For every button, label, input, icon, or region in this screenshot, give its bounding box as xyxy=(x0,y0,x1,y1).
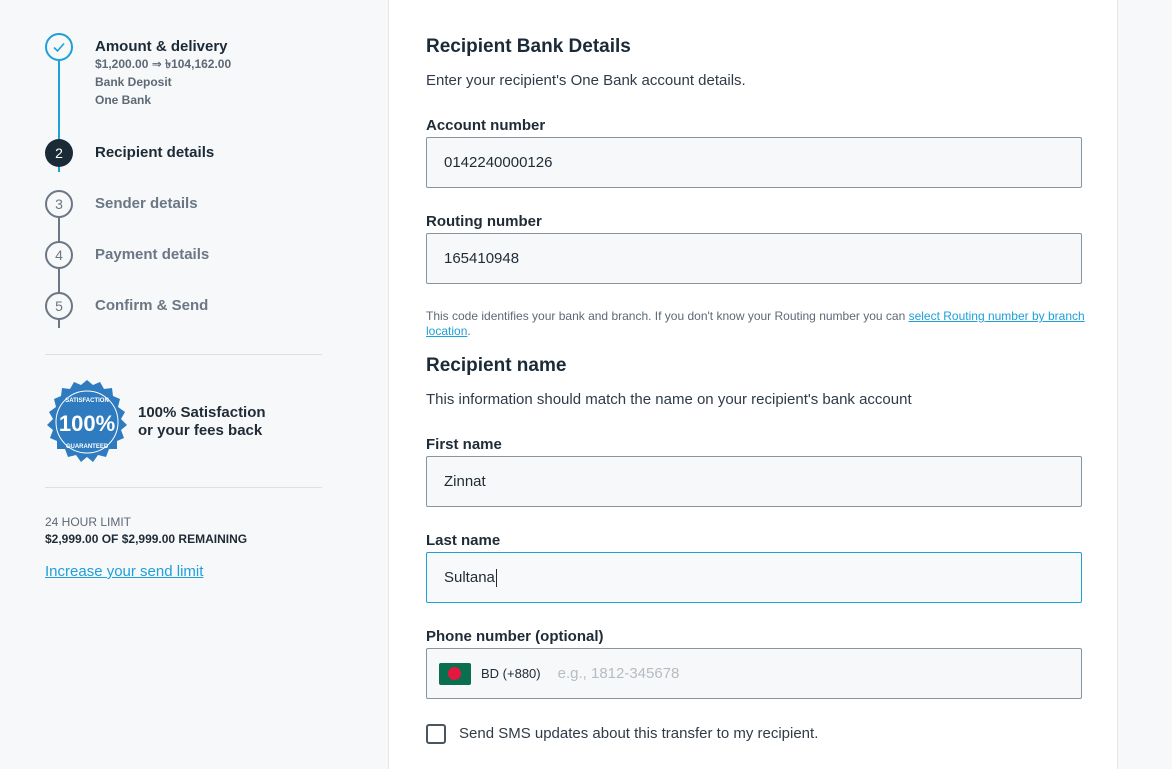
bank-name: One Bank xyxy=(95,93,152,107)
recipient-name-heading: Recipient name xyxy=(426,355,567,376)
last-name-value: Sultana xyxy=(444,569,495,586)
account-number-value: 0142240000126 xyxy=(444,154,553,171)
recipient-form: Recipient Bank Details Enter your recipi… xyxy=(388,0,1118,769)
step-amount-delivery[interactable]: Amount & delivery $1,200.00 ⇒ ৳104,162.0… xyxy=(45,33,231,109)
sidebar-divider xyxy=(45,487,322,488)
amount-summary: $1,200.00 ⇒ ৳104,162.00 xyxy=(95,57,232,71)
step-confirm-send: 5 Confirm & Send xyxy=(45,292,208,320)
satisfaction-line-2: or your fees back xyxy=(138,422,263,439)
limit-value: $2,999.00 OF $2,999.00 REMAINING xyxy=(45,532,248,546)
step-title: Recipient details xyxy=(95,144,215,161)
seal-bottom-text: GUARANTEED xyxy=(66,444,109,450)
sms-updates-checkbox[interactable] xyxy=(426,724,446,744)
routing-number-input[interactable]: 165410948 xyxy=(426,233,1082,284)
step-title: Sender details xyxy=(95,195,198,212)
first-name-input[interactable]: Zinnat xyxy=(426,456,1082,507)
last-name-input[interactable]: Sultana xyxy=(426,552,1082,603)
account-number-label: Account number xyxy=(426,117,546,134)
recipient-name-description: This information should match the name o… xyxy=(426,391,912,408)
satisfaction-seal-icon: 100% SATISFACTION GUARANTEED xyxy=(47,380,127,462)
last-name-label: Last name xyxy=(426,532,501,549)
step-title: Payment details xyxy=(95,246,210,263)
step-title: Confirm & Send xyxy=(95,297,209,314)
text-caret xyxy=(495,568,497,587)
increase-limit-link[interactable]: Increase your send limit xyxy=(45,563,203,580)
sidebar-divider xyxy=(45,354,322,355)
seal-center-text: 100% xyxy=(59,411,115,436)
step-payment-details: 4 Payment details xyxy=(45,241,209,269)
step-recipient-details: 2 Recipient details xyxy=(45,139,214,167)
phone-placeholder: e.g., 1812-345678 xyxy=(557,665,680,682)
routing-hint: This code identifies your bank and branc… xyxy=(426,309,1086,339)
routing-hint-text: This code identifies your bank and branc… xyxy=(426,309,909,323)
step-number: 4 xyxy=(45,241,73,269)
account-number-input[interactable]: 0142240000126 xyxy=(426,137,1082,188)
sidebar: Amount & delivery $1,200.00 ⇒ ৳104,162.0… xyxy=(0,0,388,769)
routing-hint-end: . xyxy=(467,324,471,338)
bank-details-description: Enter your recipient's One Bank account … xyxy=(426,72,746,89)
country-code-select[interactable]: BD (+880) xyxy=(481,666,541,681)
phone-number-input[interactable]: BD (+880) e.g., 1812-345678 xyxy=(426,648,1082,699)
satisfaction-line-1: 100% Satisfaction xyxy=(138,404,266,421)
routing-number-value: 165410948 xyxy=(444,250,520,267)
bank-details-heading: Recipient Bank Details xyxy=(426,36,631,57)
satisfaction-text: 100% Satisfaction or your fees back xyxy=(138,404,266,440)
step-number: 2 xyxy=(45,139,73,167)
first-name-value: Zinnat xyxy=(444,473,486,490)
sms-updates-label[interactable]: Send SMS updates about this transfer to … xyxy=(459,725,818,742)
page-background xyxy=(1118,0,1172,769)
bangladesh-flag-icon[interactable] xyxy=(439,662,471,685)
phone-number-label: Phone number (optional) xyxy=(426,628,604,645)
first-name-label: First name xyxy=(426,436,502,453)
delivery-method: Bank Deposit xyxy=(95,75,172,89)
check-icon xyxy=(45,33,73,61)
routing-number-label: Routing number xyxy=(426,213,542,230)
limit-label: 24 HOUR LIMIT xyxy=(45,515,132,529)
seal-top-text: SATISFACTION xyxy=(65,398,109,404)
step-number: 5 xyxy=(45,292,73,320)
step-sender-details: 3 Sender details xyxy=(45,190,198,218)
step-number: 3 xyxy=(45,190,73,218)
